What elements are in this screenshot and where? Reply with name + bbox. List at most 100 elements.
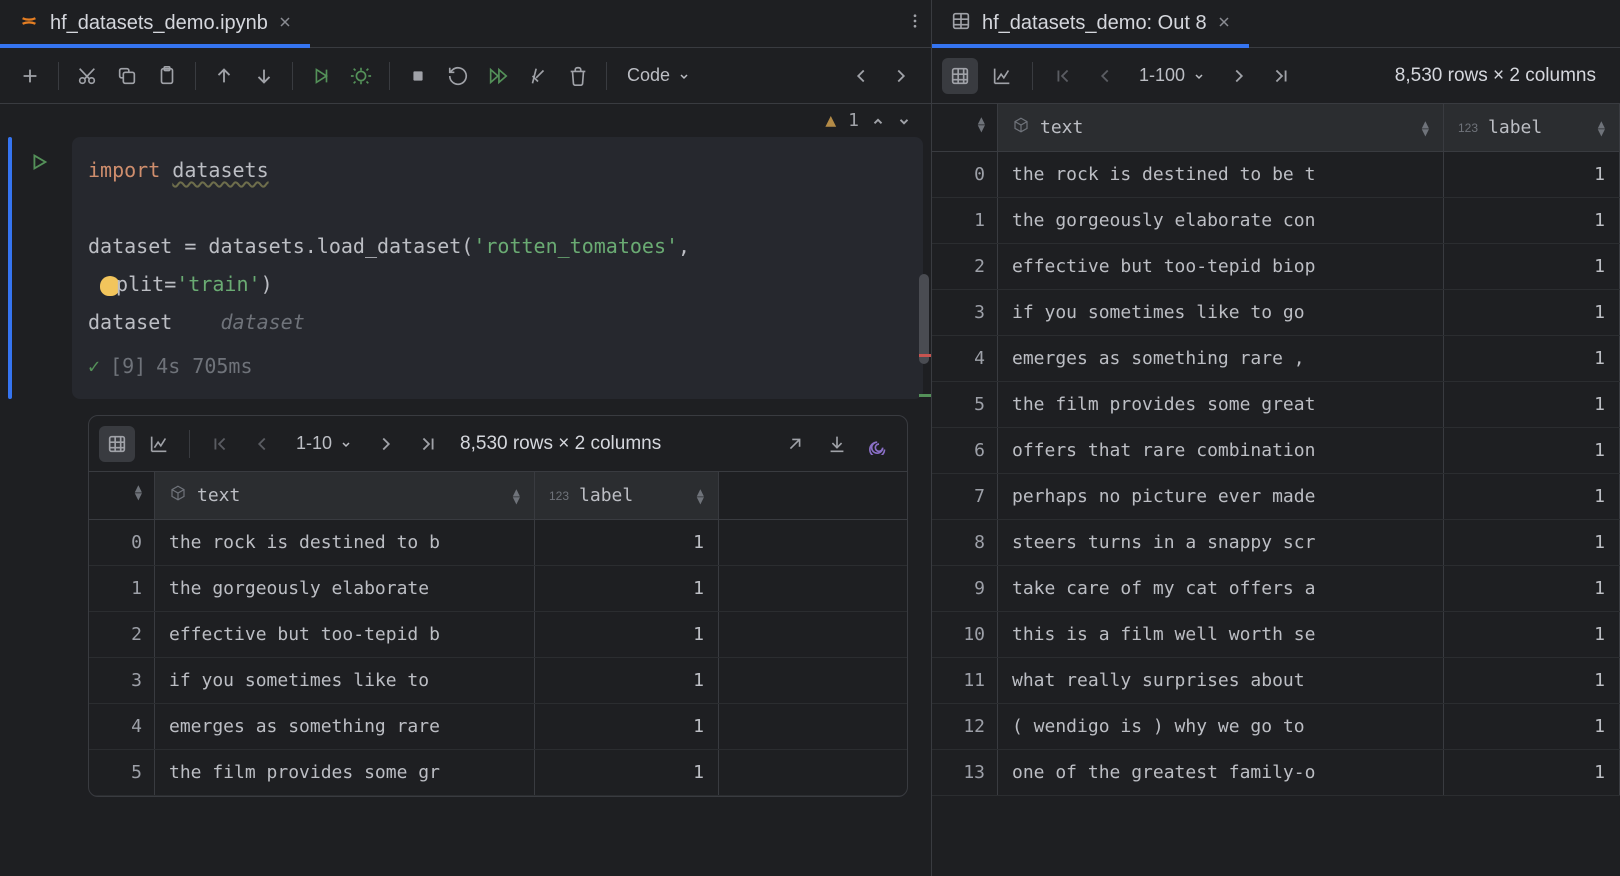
close-icon[interactable] [278, 12, 292, 35]
cell-label: 1 [535, 566, 719, 611]
number-icon: 123 [1458, 121, 1478, 135]
notebook-tab[interactable]: hf_datasets_demo.ipynb [0, 0, 310, 47]
code-editor[interactable]: import datasets dataset = datasets.load_… [72, 137, 923, 399]
module-name: datasets [172, 158, 268, 182]
delete-button[interactable] [560, 58, 596, 94]
code-cell[interactable]: import datasets dataset = datasets.load_… [0, 137, 931, 407]
move-down-button[interactable] [246, 58, 282, 94]
restart-button[interactable] [440, 58, 476, 94]
table-row[interactable]: 10this is a film well worth se1 [932, 612, 1620, 658]
table-view-button[interactable] [99, 426, 135, 462]
dataframe-toolbar: 1-10 8,530 rows × 2 columns [89, 416, 907, 472]
editor-pane: hf_datasets_demo.ipynb Code [0, 0, 932, 876]
table-row[interactable]: 5the film provides some gr1 [89, 750, 907, 796]
inspection-strip[interactable]: ▲ 1 [0, 104, 931, 137]
table-row[interactable]: 2effective but too-tepid b1 [89, 612, 907, 658]
table-row[interactable]: 7perhaps no picture ever made1 [932, 474, 1620, 520]
settings-spiral-icon[interactable] [861, 426, 897, 462]
cell-text: take care of my cat offers a [998, 566, 1444, 611]
table-row[interactable]: 3if you sometimes like to 1 [89, 658, 907, 704]
prev-cell-button[interactable] [843, 58, 879, 94]
download-button[interactable] [819, 426, 855, 462]
paste-button[interactable] [149, 58, 185, 94]
cell-text: emerges as something rare [155, 704, 535, 749]
table-row[interactable]: 6offers that rare combination1 [932, 428, 1620, 474]
last-page-button[interactable] [1263, 58, 1299, 94]
table-row[interactable]: 13one of the greatest family-o1 [932, 750, 1620, 796]
chevron-up-icon[interactable] [871, 114, 885, 128]
cell-type-dropdown[interactable]: Code [617, 58, 700, 94]
output-tab[interactable]: hf_datasets_demo: Out 8 [932, 0, 1249, 47]
tab-title: hf_datasets_demo: Out 8 [982, 12, 1207, 35]
chart-view-button[interactable] [984, 58, 1020, 94]
table-row[interactable]: 12( wendigo is ) why we go to1 [932, 704, 1620, 750]
next-page-button[interactable] [1221, 58, 1257, 94]
table-row[interactable]: 4emerges as something rare ,1 [932, 336, 1620, 382]
debug-button[interactable] [343, 58, 379, 94]
more-icon[interactable] [899, 12, 931, 35]
viewer-table: ▲▼ text ▲▼ 123 label ▲▼ 0the rock is des… [932, 104, 1620, 796]
table-row[interactable]: 3if you sometimes like to go1 [932, 290, 1620, 336]
index-column-header[interactable]: ▲▼ [89, 472, 155, 519]
cell-text: if you sometimes like to go [998, 290, 1444, 335]
cube-icon [1012, 116, 1030, 139]
tab-title: hf_datasets_demo.ipynb [50, 12, 268, 35]
text-column-header[interactable]: text ▲▼ [998, 104, 1444, 151]
chevron-down-icon [1193, 70, 1205, 82]
scrollbar-thumb[interactable] [919, 274, 929, 364]
run-cell-button[interactable] [303, 58, 339, 94]
run-all-button[interactable] [480, 58, 516, 94]
first-page-button[interactable] [202, 426, 238, 462]
cut-button[interactable] [69, 58, 105, 94]
variable-name: dataset [88, 310, 172, 334]
table-row[interactable]: 1the gorgeously elaborate 1 [89, 566, 907, 612]
next-cell-button[interactable] [883, 58, 919, 94]
label-column-header[interactable]: 123 label ▲▼ [1444, 104, 1620, 151]
cell-text: the gorgeously elaborate [155, 566, 535, 611]
cell-label: 1 [535, 612, 719, 657]
table-row[interactable]: 8steers turns in a snappy scr1 [932, 520, 1620, 566]
page-range-dropdown[interactable]: 1-100 [1129, 58, 1215, 94]
prev-page-button[interactable] [244, 426, 280, 462]
table-icon [950, 10, 972, 38]
minimap-error-mark[interactable] [919, 354, 931, 357]
run-cell-gutter-icon[interactable] [28, 137, 56, 399]
cell-text: effective but too-tepid b [155, 612, 535, 657]
cell-text: the rock is destined to b [155, 520, 535, 565]
dataframe-summary: 8,530 rows × 2 columns [1395, 65, 1596, 87]
table-row[interactable]: 1the gorgeously elaborate con1 [932, 198, 1620, 244]
table-row[interactable]: 9take care of my cat offers a1 [932, 566, 1620, 612]
index-column-header[interactable]: ▲▼ [932, 104, 998, 151]
open-new-tab-button[interactable] [777, 426, 813, 462]
table-row[interactable]: 0the rock is destined to b1 [89, 520, 907, 566]
minimap-ok-mark[interactable] [919, 394, 931, 397]
table-view-button[interactable] [942, 58, 978, 94]
text-column-header[interactable]: text ▲▼ [155, 472, 535, 519]
chart-view-button[interactable] [141, 426, 177, 462]
prev-page-button[interactable] [1087, 58, 1123, 94]
first-page-button[interactable] [1045, 58, 1081, 94]
row-index: 12 [932, 704, 998, 749]
close-icon[interactable] [1217, 12, 1231, 35]
table-row[interactable]: 0the rock is destined to be t1 [932, 152, 1620, 198]
cell-text: the rock is destined to be t [998, 152, 1444, 197]
table-row[interactable]: 11what really surprises about1 [932, 658, 1620, 704]
page-range-dropdown[interactable]: 1-10 [286, 426, 362, 462]
table-row[interactable]: 2effective but too-tepid biop1 [932, 244, 1620, 290]
clear-output-button[interactable] [520, 58, 556, 94]
cell-label: 1 [535, 520, 719, 565]
table-row[interactable]: 5the film provides some great1 [932, 382, 1620, 428]
code-text: = datasets.load_dataset( [172, 234, 473, 258]
next-page-button[interactable] [368, 426, 404, 462]
add-cell-button[interactable] [12, 58, 48, 94]
chevron-down-icon[interactable] [897, 114, 911, 128]
column-name: label [1488, 117, 1542, 138]
move-up-button[interactable] [206, 58, 242, 94]
last-page-button[interactable] [410, 426, 446, 462]
warning-count: 1 [848, 110, 859, 131]
stop-button[interactable] [400, 58, 436, 94]
cell-label: 1 [1444, 658, 1620, 703]
label-column-header[interactable]: 123 label ▲▼ [535, 472, 719, 519]
copy-button[interactable] [109, 58, 145, 94]
table-row[interactable]: 4emerges as something rare1 [89, 704, 907, 750]
